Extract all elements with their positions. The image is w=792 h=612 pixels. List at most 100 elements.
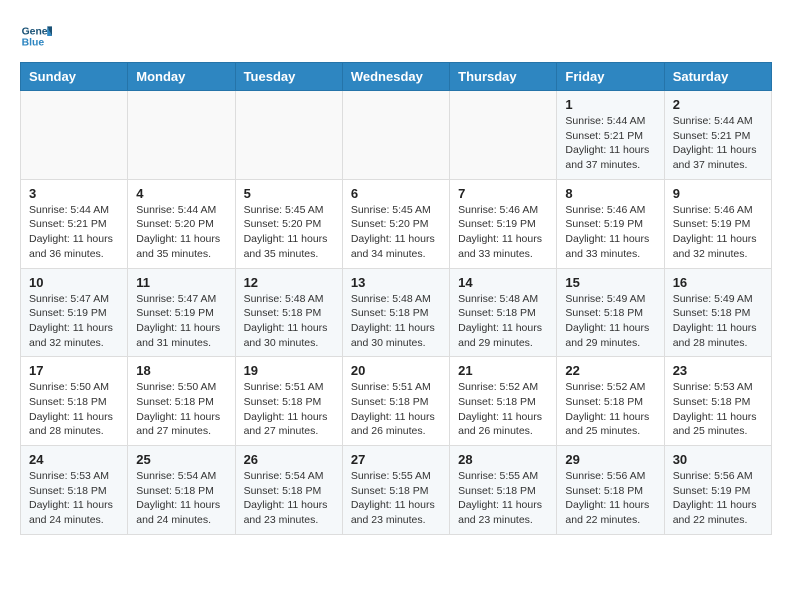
day-info: Sunrise: 5:49 AM Sunset: 5:18 PM Dayligh… bbox=[565, 292, 655, 351]
calendar-header-cell: Friday bbox=[557, 63, 664, 91]
calendar-day-cell: 24 Sunrise: 5:53 AM Sunset: 5:18 PM Dayli… bbox=[21, 446, 128, 535]
day-info: Sunrise: 5:51 AM Sunset: 5:18 PM Dayligh… bbox=[244, 380, 334, 439]
day-info: Sunrise: 5:46 AM Sunset: 5:19 PM Dayligh… bbox=[565, 203, 655, 262]
day-number: 26 bbox=[244, 452, 334, 467]
calendar-day-cell bbox=[128, 91, 235, 180]
calendar-day-cell: 10 Sunrise: 5:47 AM Sunset: 5:19 PM Dayli… bbox=[21, 268, 128, 357]
calendar-day-cell: 8 Sunrise: 5:46 AM Sunset: 5:19 PM Daylig… bbox=[557, 179, 664, 268]
day-number: 4 bbox=[136, 186, 226, 201]
calendar-header-cell: Tuesday bbox=[235, 63, 342, 91]
day-info: Sunrise: 5:55 AM Sunset: 5:18 PM Dayligh… bbox=[458, 469, 548, 528]
calendar-body: 1 Sunrise: 5:44 AM Sunset: 5:21 PM Daylig… bbox=[21, 91, 772, 535]
logo: General Blue bbox=[20, 20, 52, 52]
day-info: Sunrise: 5:52 AM Sunset: 5:18 PM Dayligh… bbox=[458, 380, 548, 439]
day-number: 23 bbox=[673, 363, 763, 378]
day-info: Sunrise: 5:47 AM Sunset: 5:19 PM Dayligh… bbox=[29, 292, 119, 351]
calendar-day-cell: 11 Sunrise: 5:47 AM Sunset: 5:19 PM Dayli… bbox=[128, 268, 235, 357]
calendar-week-row: 10 Sunrise: 5:47 AM Sunset: 5:19 PM Dayli… bbox=[21, 268, 772, 357]
day-number: 28 bbox=[458, 452, 548, 467]
day-number: 5 bbox=[244, 186, 334, 201]
calendar-day-cell: 23 Sunrise: 5:53 AM Sunset: 5:18 PM Dayli… bbox=[664, 357, 771, 446]
day-number: 12 bbox=[244, 275, 334, 290]
calendar-day-cell: 30 Sunrise: 5:56 AM Sunset: 5:19 PM Dayli… bbox=[664, 446, 771, 535]
calendar-header-cell: Thursday bbox=[450, 63, 557, 91]
day-info: Sunrise: 5:45 AM Sunset: 5:20 PM Dayligh… bbox=[244, 203, 334, 262]
calendar-day-cell: 9 Sunrise: 5:46 AM Sunset: 5:19 PM Daylig… bbox=[664, 179, 771, 268]
calendar-day-cell bbox=[450, 91, 557, 180]
day-info: Sunrise: 5:44 AM Sunset: 5:21 PM Dayligh… bbox=[673, 114, 763, 173]
day-info: Sunrise: 5:47 AM Sunset: 5:19 PM Dayligh… bbox=[136, 292, 226, 351]
day-number: 14 bbox=[458, 275, 548, 290]
day-number: 27 bbox=[351, 452, 441, 467]
day-number: 30 bbox=[673, 452, 763, 467]
day-number: 18 bbox=[136, 363, 226, 378]
calendar-week-row: 24 Sunrise: 5:53 AM Sunset: 5:18 PM Dayli… bbox=[21, 446, 772, 535]
calendar-day-cell: 17 Sunrise: 5:50 AM Sunset: 5:18 PM Dayli… bbox=[21, 357, 128, 446]
calendar-day-cell: 3 Sunrise: 5:44 AM Sunset: 5:21 PM Daylig… bbox=[21, 179, 128, 268]
calendar-header-cell: Monday bbox=[128, 63, 235, 91]
day-info: Sunrise: 5:50 AM Sunset: 5:18 PM Dayligh… bbox=[136, 380, 226, 439]
header: General Blue bbox=[20, 20, 772, 52]
day-number: 6 bbox=[351, 186, 441, 201]
day-number: 13 bbox=[351, 275, 441, 290]
calendar-table: SundayMondayTuesdayWednesdayThursdayFrid… bbox=[20, 62, 772, 535]
calendar-day-cell: 29Sunrise: 5:56 AM Sunset: 5:18 PM Dayli… bbox=[557, 446, 664, 535]
calendar-header-cell: Sunday bbox=[21, 63, 128, 91]
day-info: Sunrise: 5:45 AM Sunset: 5:20 PM Dayligh… bbox=[351, 203, 441, 262]
calendar-day-cell: 13 Sunrise: 5:48 AM Sunset: 5:18 PM Dayli… bbox=[342, 268, 449, 357]
day-info: Sunrise: 5:46 AM Sunset: 5:19 PM Dayligh… bbox=[458, 203, 548, 262]
day-info: Sunrise: 5:48 AM Sunset: 5:18 PM Dayligh… bbox=[458, 292, 548, 351]
day-info: Sunrise: 5:53 AM Sunset: 5:18 PM Dayligh… bbox=[29, 469, 119, 528]
calendar-day-cell: 7Sunrise: 5:46 AM Sunset: 5:19 PM Daylig… bbox=[450, 179, 557, 268]
day-number: 17 bbox=[29, 363, 119, 378]
day-number: 2 bbox=[673, 97, 763, 112]
day-info: Sunrise: 5:44 AM Sunset: 5:21 PM Dayligh… bbox=[29, 203, 119, 262]
calendar-header-cell: Wednesday bbox=[342, 63, 449, 91]
day-number: 11 bbox=[136, 275, 226, 290]
calendar-header: SundayMondayTuesdayWednesdayThursdayFrid… bbox=[21, 63, 772, 91]
calendar-day-cell: 2 Sunrise: 5:44 AM Sunset: 5:21 PM Daylig… bbox=[664, 91, 771, 180]
day-number: 1 bbox=[565, 97, 655, 112]
calendar-day-cell: 22 Sunrise: 5:52 AM Sunset: 5:18 PM Dayli… bbox=[557, 357, 664, 446]
day-number: 16 bbox=[673, 275, 763, 290]
day-number: 21 bbox=[458, 363, 548, 378]
calendar-day-cell: 5 Sunrise: 5:45 AM Sunset: 5:20 PM Daylig… bbox=[235, 179, 342, 268]
day-number: 19 bbox=[244, 363, 334, 378]
calendar-day-cell: 6 Sunrise: 5:45 AM Sunset: 5:20 PM Daylig… bbox=[342, 179, 449, 268]
day-info: Sunrise: 5:56 AM Sunset: 5:19 PM Dayligh… bbox=[673, 469, 763, 528]
calendar-week-row: 17 Sunrise: 5:50 AM Sunset: 5:18 PM Dayli… bbox=[21, 357, 772, 446]
day-info: Sunrise: 5:56 AM Sunset: 5:18 PM Dayligh… bbox=[565, 469, 655, 528]
calendar-day-cell: 14 Sunrise: 5:48 AM Sunset: 5:18 PM Dayli… bbox=[450, 268, 557, 357]
calendar-day-cell: 28 Sunrise: 5:55 AM Sunset: 5:18 PM Dayli… bbox=[450, 446, 557, 535]
day-info: Sunrise: 5:44 AM Sunset: 5:21 PM Dayligh… bbox=[565, 114, 655, 173]
calendar-day-cell bbox=[21, 91, 128, 180]
logo-icon: General Blue bbox=[20, 20, 52, 52]
day-info: Sunrise: 5:48 AM Sunset: 5:18 PM Dayligh… bbox=[351, 292, 441, 351]
day-info: Sunrise: 5:54 AM Sunset: 5:18 PM Dayligh… bbox=[244, 469, 334, 528]
day-number: 22 bbox=[565, 363, 655, 378]
calendar-week-row: 1 Sunrise: 5:44 AM Sunset: 5:21 PM Daylig… bbox=[21, 91, 772, 180]
day-info: Sunrise: 5:48 AM Sunset: 5:18 PM Dayligh… bbox=[244, 292, 334, 351]
day-info: Sunrise: 5:55 AM Sunset: 5:18 PM Dayligh… bbox=[351, 469, 441, 528]
calendar-day-cell bbox=[235, 91, 342, 180]
calendar-day-cell: 27 Sunrise: 5:55 AM Sunset: 5:18 PM Dayli… bbox=[342, 446, 449, 535]
calendar-day-cell: 21 Sunrise: 5:52 AM Sunset: 5:18 PM Dayli… bbox=[450, 357, 557, 446]
day-info: Sunrise: 5:54 AM Sunset: 5:18 PM Dayligh… bbox=[136, 469, 226, 528]
calendar-day-cell bbox=[342, 91, 449, 180]
day-info: Sunrise: 5:50 AM Sunset: 5:18 PM Dayligh… bbox=[29, 380, 119, 439]
day-number: 15 bbox=[565, 275, 655, 290]
day-number: 3 bbox=[29, 186, 119, 201]
calendar-day-cell: 20 Sunrise: 5:51 AM Sunset: 5:18 PM Dayli… bbox=[342, 357, 449, 446]
day-info: Sunrise: 5:46 AM Sunset: 5:19 PM Dayligh… bbox=[673, 203, 763, 262]
day-number: 10 bbox=[29, 275, 119, 290]
day-info: Sunrise: 5:52 AM Sunset: 5:18 PM Dayligh… bbox=[565, 380, 655, 439]
day-number: 8 bbox=[565, 186, 655, 201]
day-info: Sunrise: 5:53 AM Sunset: 5:18 PM Dayligh… bbox=[673, 380, 763, 439]
calendar-day-cell: 4 Sunrise: 5:44 AM Sunset: 5:20 PM Daylig… bbox=[128, 179, 235, 268]
day-info: Sunrise: 5:51 AM Sunset: 5:18 PM Dayligh… bbox=[351, 380, 441, 439]
calendar-day-cell: 16Sunrise: 5:49 AM Sunset: 5:18 PM Dayli… bbox=[664, 268, 771, 357]
day-info: Sunrise: 5:44 AM Sunset: 5:20 PM Dayligh… bbox=[136, 203, 226, 262]
day-number: 9 bbox=[673, 186, 763, 201]
day-number: 20 bbox=[351, 363, 441, 378]
day-number: 24 bbox=[29, 452, 119, 467]
